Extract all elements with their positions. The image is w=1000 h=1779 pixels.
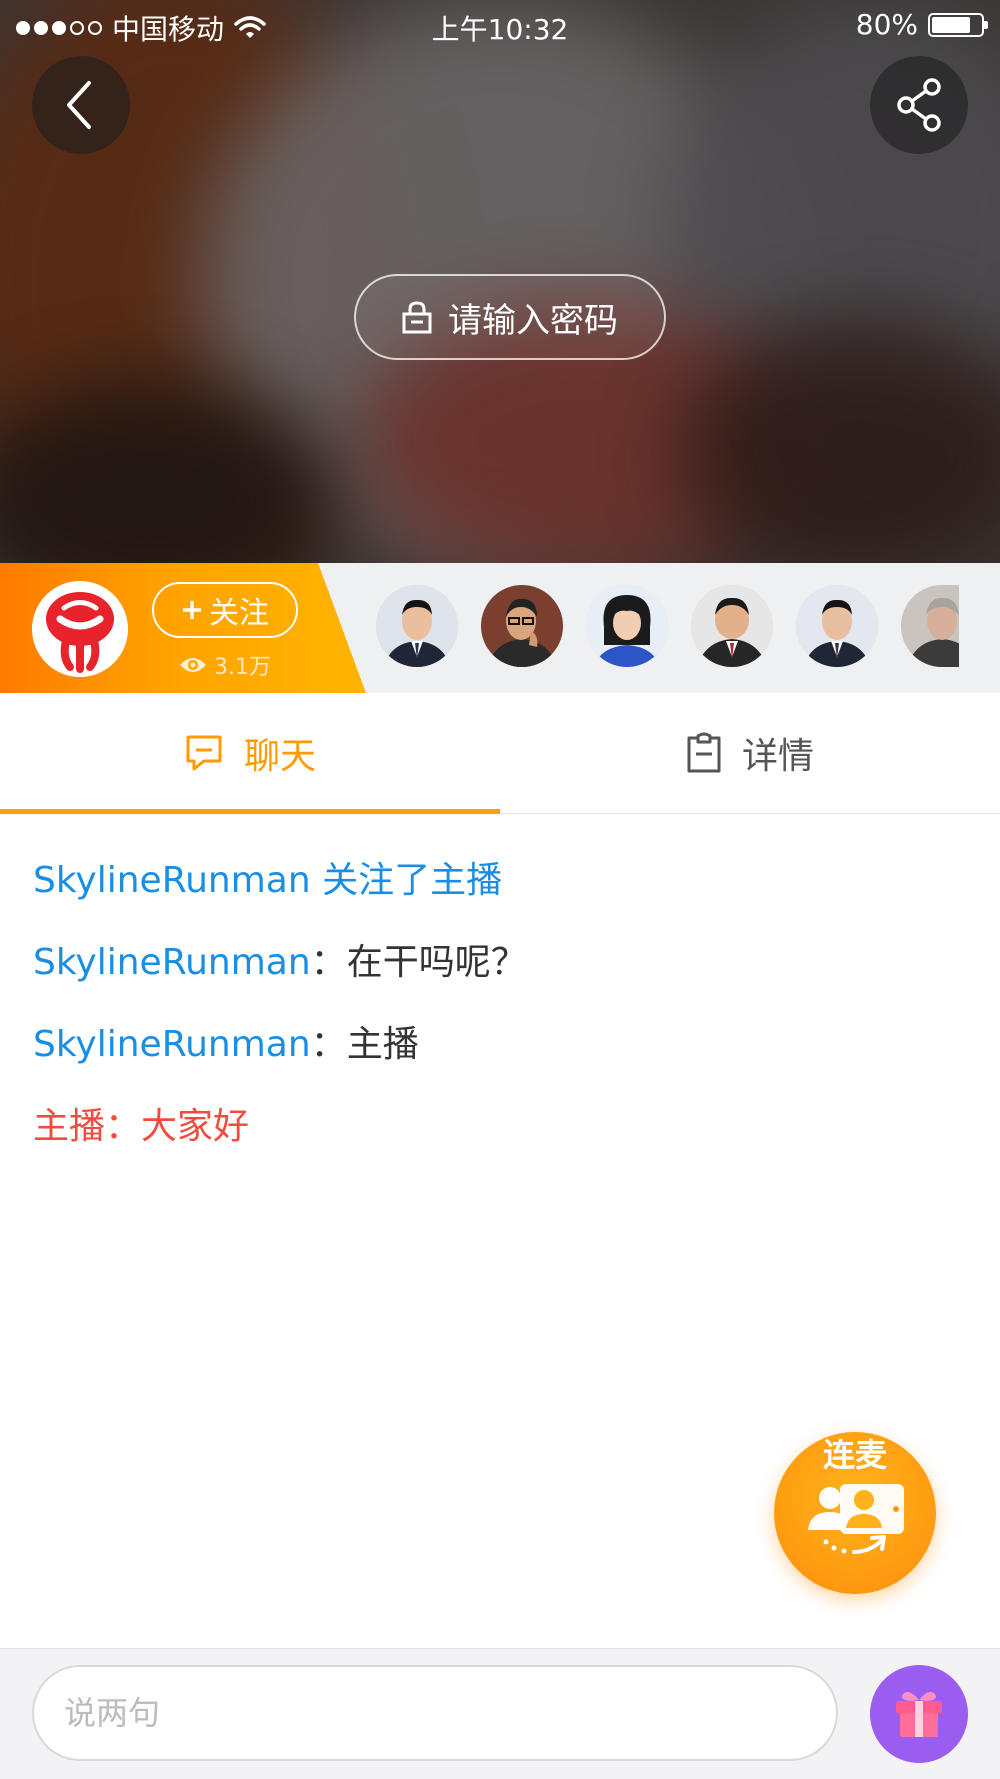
person-avatar-icon [376, 585, 458, 667]
eye-icon [180, 658, 206, 672]
chat-message: SkylineRunman：主播 [33, 1019, 973, 1101]
status-bar: 中国移动 上午10:32 80% [0, 0, 1000, 50]
chat-message: 主播：大家好 [33, 1101, 973, 1183]
back-icon [67, 81, 91, 129]
gift-button[interactable] [870, 1665, 968, 1763]
chat-message: SkylineRunman：在干吗呢？ [33, 937, 973, 1019]
person-avatar-icon [586, 585, 668, 667]
plus-icon [183, 601, 201, 619]
viewer-avatar[interactable] [586, 585, 668, 667]
tab-detail-label: 详情 [741, 736, 814, 777]
viewer-avatar[interactable] [376, 585, 458, 667]
password-prompt-label: 请输入密码 [448, 300, 618, 341]
chat-message: SkylineRunman 关注了主播 [33, 855, 973, 937]
chat-separator: ： [105, 1106, 142, 1147]
clock: 上午10:32 [431, 13, 569, 46]
share-icon [897, 78, 941, 132]
active-tab-indicator [0, 809, 500, 814]
follow-label: 关注 [209, 596, 269, 631]
viewer-avatar[interactable] [901, 585, 959, 667]
view-count-value: 3.1万 [214, 655, 271, 680]
battery-level [932, 16, 971, 33]
chat-text: 关注了主播 [322, 860, 503, 901]
gift-icon [896, 1692, 942, 1737]
person-avatar-icon [901, 585, 959, 667]
person-avatar-icon [481, 585, 563, 667]
battery-percent: 80% [855, 8, 918, 41]
chat-username[interactable]: SkylineRunman [33, 942, 311, 983]
tab-chat[interactable]: 聊天 [0, 693, 500, 813]
anchor-bar: 关注 3.1万 [0, 563, 1000, 693]
person-avatar-icon [796, 585, 878, 667]
share-button[interactable] [870, 56, 968, 154]
comment-input[interactable] [32, 1665, 838, 1761]
back-button[interactable] [32, 56, 130, 154]
chat-separator: ： [310, 942, 347, 983]
chat-text: 主播 [346, 1024, 419, 1065]
chat-text: 在干吗呢？ [346, 942, 527, 983]
battery-icon [928, 12, 988, 37]
chat-bubble-icon [186, 735, 222, 771]
tab-detail[interactable]: 详情 [500, 693, 1000, 813]
follow-button[interactable]: 关注 [152, 582, 298, 638]
viewer-avatar[interactable] [796, 585, 878, 667]
person-avatar-icon [691, 585, 773, 667]
chat-list: SkylineRunman 关注了主播 SkylineRunman：在干吗呢？ … [33, 855, 973, 1183]
lock-icon [402, 301, 432, 334]
link-mic-button[interactable]: 连麦 [774, 1432, 936, 1594]
tab-chat-label: 聊天 [243, 736, 316, 777]
anchor-avatar[interactable] [32, 581, 128, 677]
battery-info: 80% [855, 8, 988, 41]
chat-username: 主播 [33, 1106, 106, 1147]
viewer-avatar[interactable] [481, 585, 563, 667]
chat-separator: ： [310, 1024, 347, 1065]
chat-username[interactable]: SkylineRunman [33, 1024, 311, 1065]
view-count: 3.1万 [178, 649, 271, 681]
chat-separator [311, 860, 322, 901]
chat-username[interactable]: SkylineRunman [33, 860, 311, 901]
video-player[interactable]: 中国移动 上午10:32 80% 请输入密码 [0, 0, 1000, 563]
chat-text: 大家好 [141, 1106, 250, 1147]
tab-bar: 聊天 详情 [0, 693, 1000, 814]
link-mic-icon [808, 1484, 904, 1554]
clipboard-icon [687, 732, 721, 773]
brand-logo-icon [46, 592, 114, 673]
viewer-avatar[interactable] [691, 585, 773, 667]
password-prompt-button[interactable]: 请输入密码 [354, 274, 666, 360]
bottom-input-bar [0, 1648, 1000, 1779]
